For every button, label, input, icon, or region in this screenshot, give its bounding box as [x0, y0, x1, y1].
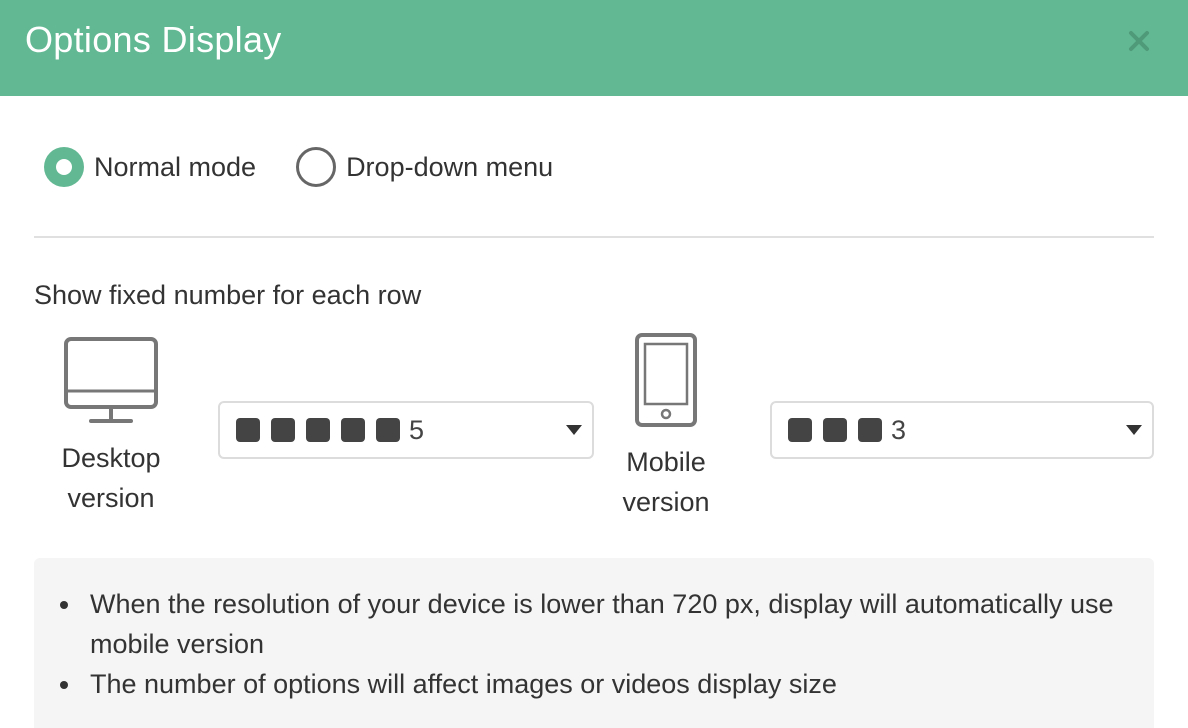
divider	[34, 236, 1154, 238]
desktop-device: Desktop version	[44, 336, 178, 518]
chevron-down-icon	[566, 425, 582, 435]
mobile-caption-line2: version	[622, 487, 710, 517]
mobile-phone-icon	[635, 333, 697, 427]
info-notes-box: When the resolution of your device is lo…	[34, 558, 1154, 728]
dialog-header: Options Display	[0, 0, 1188, 96]
mobile-caption-line1: Mobile	[626, 447, 706, 477]
mobile-squares-preview	[788, 418, 893, 442]
list-item: When the resolution of your device is lo…	[56, 584, 1136, 664]
dialog-title: Options Display	[25, 19, 282, 60]
dropdown-menu-radio[interactable]	[296, 147, 337, 187]
mobile-device: Mobile version	[606, 332, 726, 522]
column-square	[858, 418, 882, 442]
mobile-columns-select[interactable]: 3	[770, 401, 1154, 459]
desktop-caption-line2: version	[67, 483, 155, 513]
column-square	[341, 418, 365, 442]
close-icon	[1129, 31, 1149, 51]
options-display-dialog: Options Display Normal mode Drop-down me…	[0, 0, 1188, 728]
column-square	[376, 418, 400, 442]
section-label: Show fixed number for each row	[34, 280, 422, 310]
dropdown-menu-label: Drop-down menu	[346, 151, 554, 182]
column-square	[236, 418, 260, 442]
display-mode-radio-group: Normal mode Drop-down menu	[44, 146, 553, 188]
desktop-select-value: 5	[409, 414, 425, 445]
chevron-down-icon	[1126, 425, 1142, 435]
desktop-caption-line1: Desktop	[61, 443, 161, 473]
close-button[interactable]	[1122, 24, 1156, 58]
list-item: The number of options will affect images…	[56, 664, 1136, 704]
normal-mode-option[interactable]: Normal mode	[44, 147, 256, 187]
desktop-columns-select[interactable]: 5	[218, 401, 594, 459]
normal-mode-radio[interactable]	[44, 147, 84, 187]
normal-mode-label: Normal mode	[94, 151, 257, 182]
desktop-monitor-icon	[64, 337, 158, 423]
dropdown-menu-option[interactable]: Drop-down menu	[296, 147, 553, 187]
column-square	[306, 418, 330, 442]
mobile-select-value: 3	[891, 414, 907, 445]
column-square	[271, 418, 295, 442]
desktop-squares-preview	[236, 418, 411, 442]
notes-list: When the resolution of your device is lo…	[56, 584, 1136, 704]
column-square	[788, 418, 812, 442]
column-square	[823, 418, 847, 442]
